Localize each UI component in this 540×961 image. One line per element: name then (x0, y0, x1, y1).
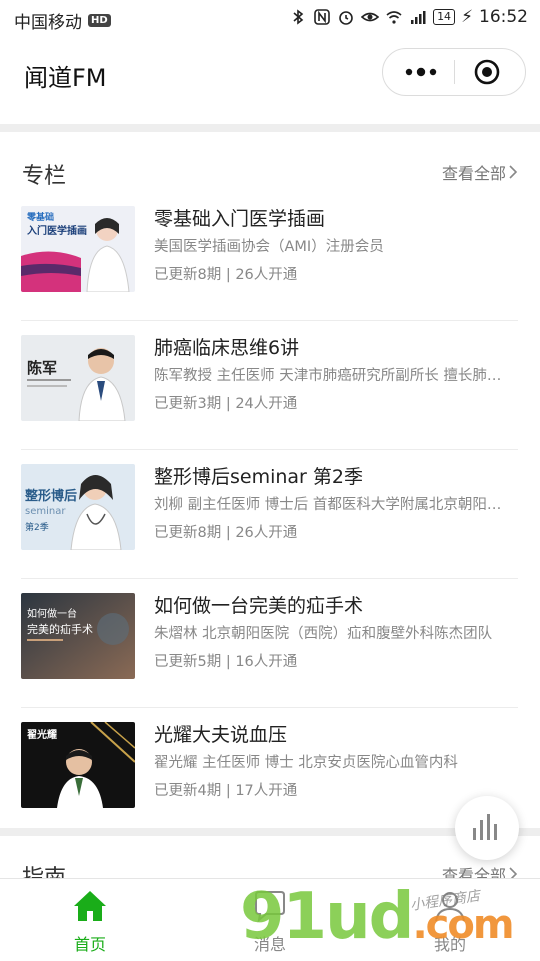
status-left: 中国移动 HD (14, 8, 111, 33)
wifi-icon (386, 11, 402, 24)
audio-bars-icon (473, 814, 497, 840)
thumb-illustration: 整形博后 seminar 第2季 (21, 464, 135, 550)
columns-list: 零基础 入门医学插画 零基础入门医学插画 美国医学插画协会（AMI）注册会员 已… (0, 192, 540, 837)
column-item[interactable]: 陈军 肺癌临床思维6讲 陈军教授 主任医师 天津市肺癌研究所副所长 擅长肺… 已… (0, 321, 540, 450)
column-info: 零基础入门医学插画 美国医学插画协会（AMI）注册会员 已更新8期 | 26人开… (154, 206, 514, 286)
title-bar: 闻道FM (0, 36, 540, 120)
nfc-icon (314, 9, 330, 25)
column-thumbnail: 翟光耀 (21, 722, 135, 808)
battery-indicator: 14 (433, 9, 456, 25)
watermark-main: 91ud (240, 880, 414, 954)
home-icon (74, 891, 106, 921)
alarm-icon (339, 11, 353, 25)
capsule-separator (454, 60, 455, 84)
thumb-illustration: 陈军 (21, 335, 135, 421)
column-thumbnail: 整形博后 seminar 第2季 (21, 464, 135, 550)
svg-text:陈军: 陈军 (27, 359, 57, 377)
app-title: 闻道FM (24, 64, 107, 92)
columns-view-all-link[interactable]: 查看全部 (442, 160, 518, 184)
column-subtitle: 刘柳 副主任医师 博士后 首都医科大学附属北京朝阳… (154, 497, 502, 513)
charging-icon: ⚡ (461, 7, 473, 27)
svg-text:如何做一台: 如何做一台 (27, 607, 77, 620)
column-meta: 已更新5期 | 16人开通 (154, 654, 298, 670)
column-info: 肺癌临床思维6讲 陈军教授 主任医师 天津市肺癌研究所副所长 擅长肺… 已更新3… (154, 335, 514, 415)
column-title: 光耀大夫说血压 (154, 724, 288, 746)
carrier-label: 中国移动 (14, 13, 82, 33)
bluetooth-icon (293, 9, 304, 25)
column-meta: 已更新3期 | 24人开通 (154, 396, 298, 412)
column-subtitle: 朱熠林 北京朝阳医院（西院）疝和腹壁外科陈杰团队 (154, 626, 493, 642)
target-close-icon[interactable] (473, 58, 501, 86)
svg-text:整形博后: 整形博后 (24, 488, 77, 504)
column-subtitle: 陈军教授 主任医师 天津市肺癌研究所副所长 擅长肺… (154, 368, 502, 384)
signal-icon (411, 11, 426, 24)
more-dots-icon[interactable] (401, 59, 441, 85)
column-meta: 已更新8期 | 26人开通 (154, 267, 298, 283)
column-title: 整形博后seminar 第2季 (154, 466, 364, 488)
svg-text:完美的疝手术: 完美的疝手术 (27, 622, 93, 636)
column-thumbnail: 如何做一台 完美的疝手术 (21, 593, 135, 679)
columns-section-header: 专栏 查看全部 (0, 152, 540, 192)
section-divider (0, 124, 540, 132)
column-info: 光耀大夫说血压 翟光耀 主任医师 博士 北京安贞医院心血管内科 已更新4期 | … (154, 722, 514, 802)
tab-label: 首页 (73, 935, 106, 954)
column-thumbnail: 陈军 (21, 335, 135, 421)
tab-home[interactable]: 首页 (0, 879, 180, 961)
chevron-right-icon (509, 165, 518, 179)
svg-text:seminar: seminar (25, 506, 66, 517)
column-title: 肺癌临床思维6讲 (154, 337, 300, 359)
clock-time: 16:52 (479, 7, 528, 27)
column-subtitle: 翟光耀 主任医师 博士 北京安贞医院心血管内科 (154, 755, 458, 771)
column-item[interactable]: 整形博后 seminar 第2季 整形博后seminar 第2季 刘柳 副主任医… (0, 450, 540, 579)
thumb-illustration: 如何做一台 完美的疝手术 (21, 593, 135, 679)
column-meta: 已更新8期 | 26人开通 (154, 525, 298, 541)
columns-section-title: 专栏 (22, 164, 67, 189)
mini-program-capsule (382, 48, 526, 96)
svg-text:翟光耀: 翟光耀 (27, 728, 57, 741)
view-all-label: 查看全部 (441, 164, 506, 183)
column-thumbnail: 零基础 入门医学插画 (21, 206, 135, 292)
status-bar: 中国移动 HD 14 ⚡ 16:52 (0, 0, 540, 36)
column-info: 如何做一台完美的疝手术 朱熠林 北京朝阳医院（西院）疝和腹壁外科陈杰团队 已更新… (154, 593, 514, 673)
svg-text:入门医学插画: 入门医学插画 (27, 224, 87, 237)
thumb-illustration: 零基础 入门医学插画 (21, 206, 135, 292)
eye-icon (361, 12, 380, 22)
svg-text:第2季: 第2季 (25, 521, 49, 533)
column-info: 整形博后seminar 第2季 刘柳 副主任医师 博士后 首都医科大学附属北京朝… (154, 464, 514, 544)
thumb-illustration: 翟光耀 (21, 722, 135, 808)
column-item[interactable]: 如何做一台 完美的疝手术 如何做一台完美的疝手术 朱熠林 北京朝阳医院（西院）疝… (0, 579, 540, 708)
hd-badge: HD (88, 14, 111, 27)
column-item[interactable]: 零基础 入门医学插画 零基础入门医学插画 美国医学插画协会（AMI）注册会员 已… (0, 192, 540, 321)
column-title: 如何做一台完美的疝手术 (154, 595, 364, 617)
column-subtitle: 美国医学插画协会（AMI）注册会员 (154, 239, 384, 255)
floating-audio-button[interactable] (455, 796, 519, 860)
svg-text:零基础: 零基础 (26, 211, 54, 223)
status-right: 14 ⚡ 16:52 (289, 7, 528, 27)
column-title: 零基础入门医学插画 (154, 208, 326, 230)
